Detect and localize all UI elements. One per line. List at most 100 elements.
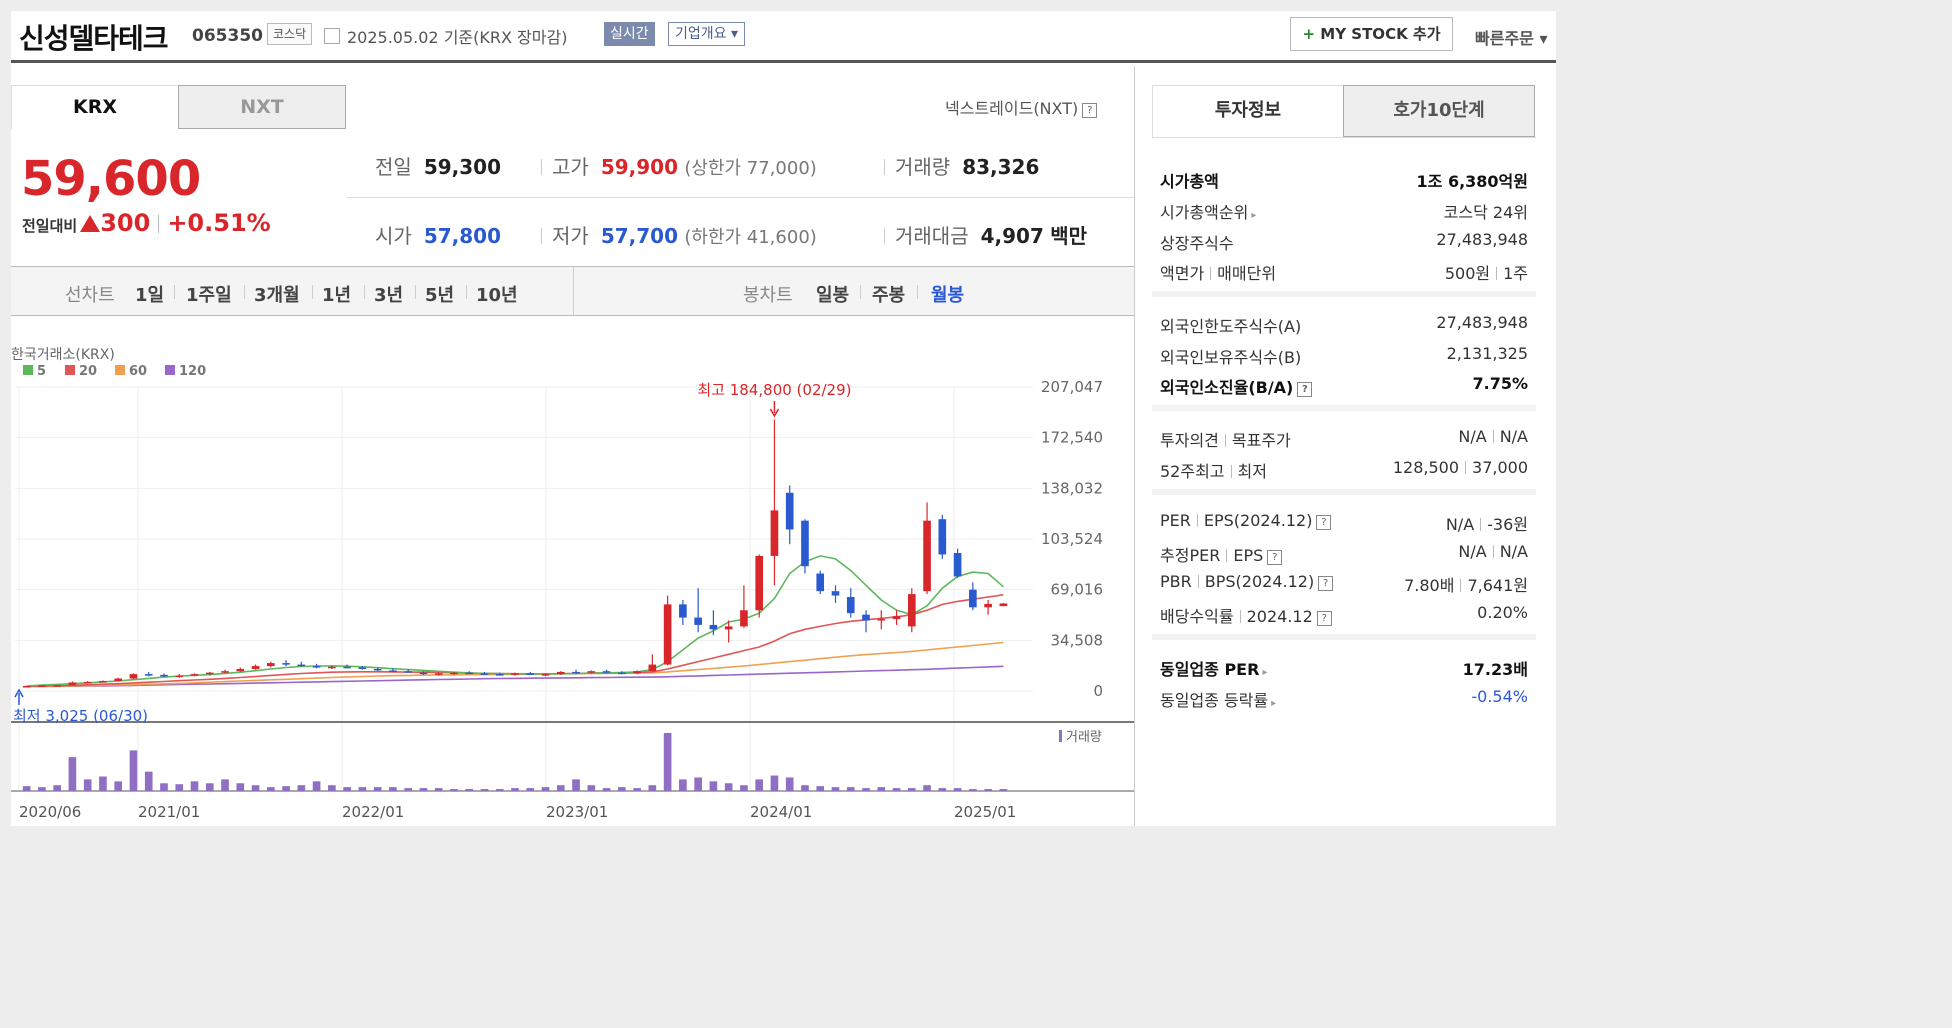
company-overview-dropdown[interactable]: 기업개요 ▾ (668, 22, 745, 46)
row-per-eps: PER EPS(2024.12)? N/A -36원 (1160, 511, 1528, 535)
divider (573, 267, 574, 315)
volume-bar (129, 750, 138, 791)
divider (1492, 545, 1494, 558)
tab-orderbook[interactable]: 호가10단계 (1343, 85, 1535, 137)
period-3m[interactable]: 3개월 (254, 281, 300, 307)
stock-header: 신성델타테크 065350 코스닥 2025.05.02 기준(KRX 장마감)… (11, 11, 1556, 63)
volume-bar (480, 789, 489, 791)
nxt-link[interactable]: 넥스트레이드(NXT)? (945, 95, 1098, 119)
candle-body (572, 671, 580, 674)
row-label-text: 외국인소진율(B/A) (1160, 378, 1294, 397)
candle-body (541, 674, 550, 676)
nxt-link-label: 넥스트레이드(NXT) (945, 99, 1079, 118)
change-label: 전일대비 (22, 217, 78, 235)
candle-body (38, 685, 46, 687)
period-weekly[interactable]: 주봉 (872, 281, 905, 307)
row-label-text: EPS (1233, 546, 1264, 565)
row-value-text: N/A (1458, 427, 1487, 446)
period-daily[interactable]: 일봉 (816, 281, 849, 307)
volume-label: 거래량 (1066, 730, 1102, 745)
candle-body (68, 682, 77, 686)
tab-nxt[interactable]: NXT (178, 85, 346, 129)
row-opinion-target: 투자의견 목표주가 N/A N/A (1160, 427, 1528, 451)
row-value-text: 37,000 (1472, 458, 1528, 477)
row-value-text: N/A (1499, 427, 1528, 446)
row-label: 추정PER EPS? (1160, 542, 1283, 566)
candle-body (785, 492, 794, 530)
grid (11, 386, 1134, 792)
period-1y[interactable]: 1년 (322, 281, 351, 307)
volume-bar (526, 788, 535, 791)
candle-body (938, 519, 947, 555)
quote-volume: 거래량 83,326 (884, 151, 1039, 180)
stock-panel: 신성델타테크 065350 코스닥 2025.05.02 기준(KRX 장마감)… (11, 11, 1556, 826)
volume-bar (205, 783, 214, 791)
help-icon[interactable]: ? (1082, 103, 1098, 118)
row-label: PER EPS(2024.12)? (1160, 511, 1332, 530)
row-value: 128,500 37,000 (1393, 458, 1528, 477)
volume-bar (801, 785, 809, 791)
quick-order-button[interactable]: 빠른주문 ▾ (1475, 25, 1547, 49)
row-label-text: BPS(2024.12) (1204, 572, 1315, 591)
candle-body (419, 672, 428, 675)
legend-swatch (165, 365, 175, 375)
row-label: 외국인소진율(B/A)? (1160, 374, 1313, 398)
period-3y[interactable]: 3년 (374, 281, 403, 307)
row-label-text: 2024.12 (1246, 607, 1313, 626)
quote-divider (347, 197, 1134, 198)
x-tick-label: 2022/01 (342, 803, 404, 821)
row-value: 코스닥 24위 (1443, 203, 1528, 222)
realtime-button[interactable]: 실시간 (604, 22, 655, 46)
period-1d[interactable]: 1일 (135, 281, 164, 307)
divider (1480, 518, 1482, 531)
row-label: 시가총액 (1160, 172, 1219, 191)
period-1w[interactable]: 1주일 (186, 281, 232, 307)
help-icon[interactable]: ? (1267, 550, 1283, 565)
row-sector-rate[interactable]: 동일업종 등락률 ▸ -0.54% (1160, 687, 1528, 711)
legend-label: 60 (129, 364, 147, 379)
candle-body (480, 673, 489, 675)
chart-labels: 207,047 172,540 138,032 103,524 69,016 34,508… (11, 347, 1103, 821)
legend-swatch (23, 365, 33, 375)
candle-body (190, 674, 199, 676)
volume-bar (892, 788, 901, 791)
volume-bar (663, 733, 672, 791)
period-monthly[interactable]: 월봉 (931, 281, 964, 307)
tab-invest-info[interactable]: 투자정보 (1152, 85, 1344, 137)
base-date: 2025.05.02 기준(KRX 장마감) (347, 28, 568, 47)
candle-body (801, 520, 809, 567)
help-icon[interactable]: ? (1316, 515, 1332, 530)
y-tick-label: 138,032 (1041, 479, 1103, 497)
period-5y[interactable]: 5년 (425, 281, 454, 307)
candle-body (251, 666, 260, 669)
chevron-right-icon: ▸ (1262, 667, 1268, 678)
volume-bar (465, 789, 474, 791)
row-value: 0.20% (1477, 603, 1528, 622)
divider (541, 159, 542, 175)
candle-body (297, 664, 306, 667)
y-tick-label: 34,508 (1051, 631, 1104, 649)
candle-body (389, 670, 397, 672)
row-market-cap: 시가총액 1조 6,380억원 (1160, 168, 1528, 192)
my-stock-add-button[interactable]: + MY STOCK 추가 (1290, 17, 1453, 51)
volume-bar (556, 785, 565, 791)
tab-krx[interactable]: KRX (11, 85, 179, 129)
row-label-text: 최저 (1237, 462, 1267, 481)
help-icon[interactable]: ? (1318, 576, 1334, 591)
quote-value: 59,900 (600, 155, 678, 179)
volume-bar (877, 787, 886, 791)
candle-body (602, 671, 611, 673)
period-10y[interactable]: 10년 (476, 281, 518, 307)
x-tick-label: 2021/01 (138, 803, 200, 821)
help-icon[interactable]: ? (1316, 611, 1332, 626)
help-icon[interactable]: ? (1297, 382, 1313, 397)
volume-bar (434, 788, 443, 791)
volume-bar (816, 786, 825, 791)
row-sector-per[interactable]: 동일업종 PER ▸ 17.23배 (1160, 656, 1528, 680)
row-market-cap-rank[interactable]: 시가총액순위 ▸ 코스닥 24위 (1160, 199, 1528, 223)
volume-bar (312, 781, 321, 791)
y-tick-label: 103,524 (1041, 530, 1103, 548)
row-dividend: 배당수익률 2024.12? 0.20% (1160, 603, 1528, 627)
candle-body (434, 673, 443, 675)
candle-body (358, 667, 367, 670)
